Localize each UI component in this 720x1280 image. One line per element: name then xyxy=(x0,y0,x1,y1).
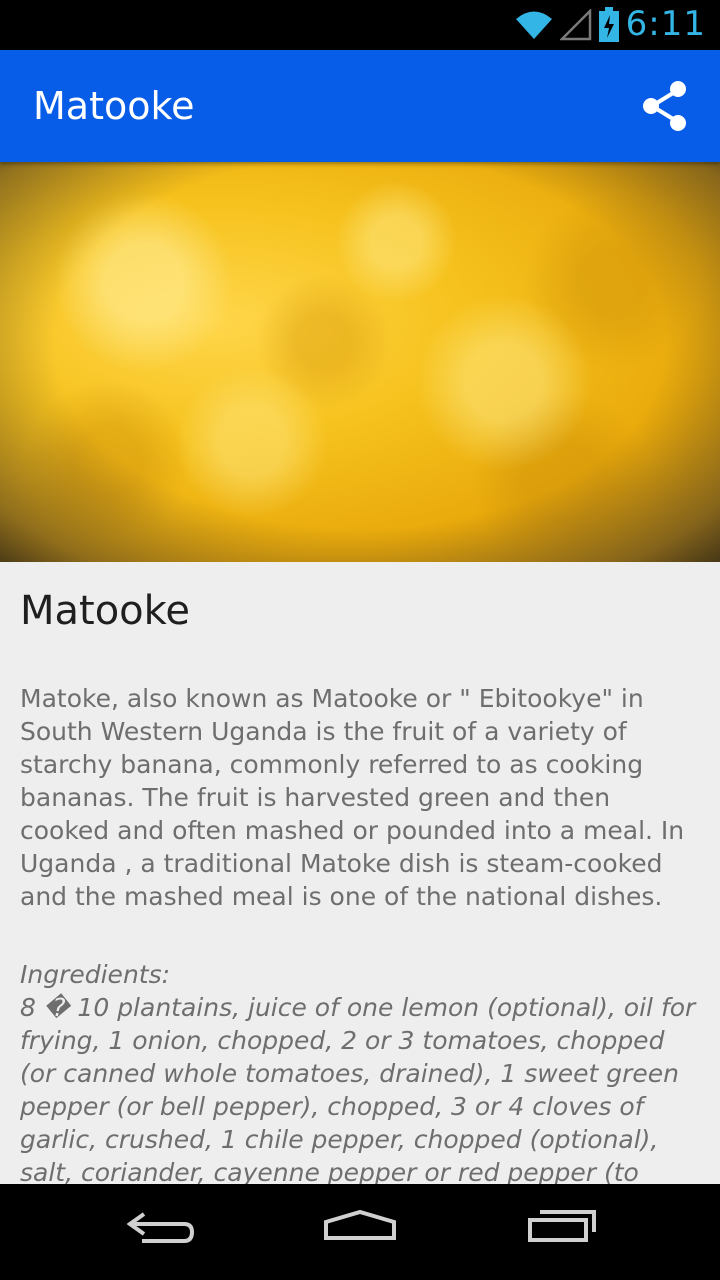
wifi-icon xyxy=(514,10,554,40)
navigation-bar xyxy=(0,1184,720,1280)
recipe-image-pot-rim xyxy=(0,162,720,562)
article-body: Matoke, also known as Matooke or " Ebito… xyxy=(20,684,685,911)
app-title: Matooke xyxy=(33,84,195,128)
back-icon xyxy=(126,1212,195,1243)
content-scroll[interactable]: Matooke Matoke, also known as Matooke or… xyxy=(0,162,720,1184)
share-icon xyxy=(643,81,686,131)
status-time: 6:11 xyxy=(625,4,706,44)
ingredients-heading: Ingredients: xyxy=(20,960,171,989)
app-bar: Matooke xyxy=(0,50,720,162)
ingredients-block: Ingredients: 8 � 10 plantains, juice of … xyxy=(20,958,700,1184)
status-bar: 6:11 xyxy=(0,0,720,50)
share-button[interactable] xyxy=(640,80,690,132)
back-button[interactable] xyxy=(120,1202,200,1262)
signal-icon xyxy=(560,9,592,41)
home-button[interactable] xyxy=(320,1202,400,1262)
recipe-image xyxy=(0,162,720,562)
ingredients-text: 8 � 10 plantains, juice of one lemon (op… xyxy=(20,993,696,1184)
recent-apps-button[interactable] xyxy=(522,1202,602,1262)
article-title: Matooke xyxy=(20,588,190,634)
battery-charging-icon xyxy=(598,7,620,43)
home-icon xyxy=(324,1209,396,1240)
recent-apps-icon xyxy=(528,1210,596,1242)
article: Matooke Matoke, also known as Matooke or… xyxy=(0,562,720,1184)
status-icons xyxy=(514,6,620,44)
